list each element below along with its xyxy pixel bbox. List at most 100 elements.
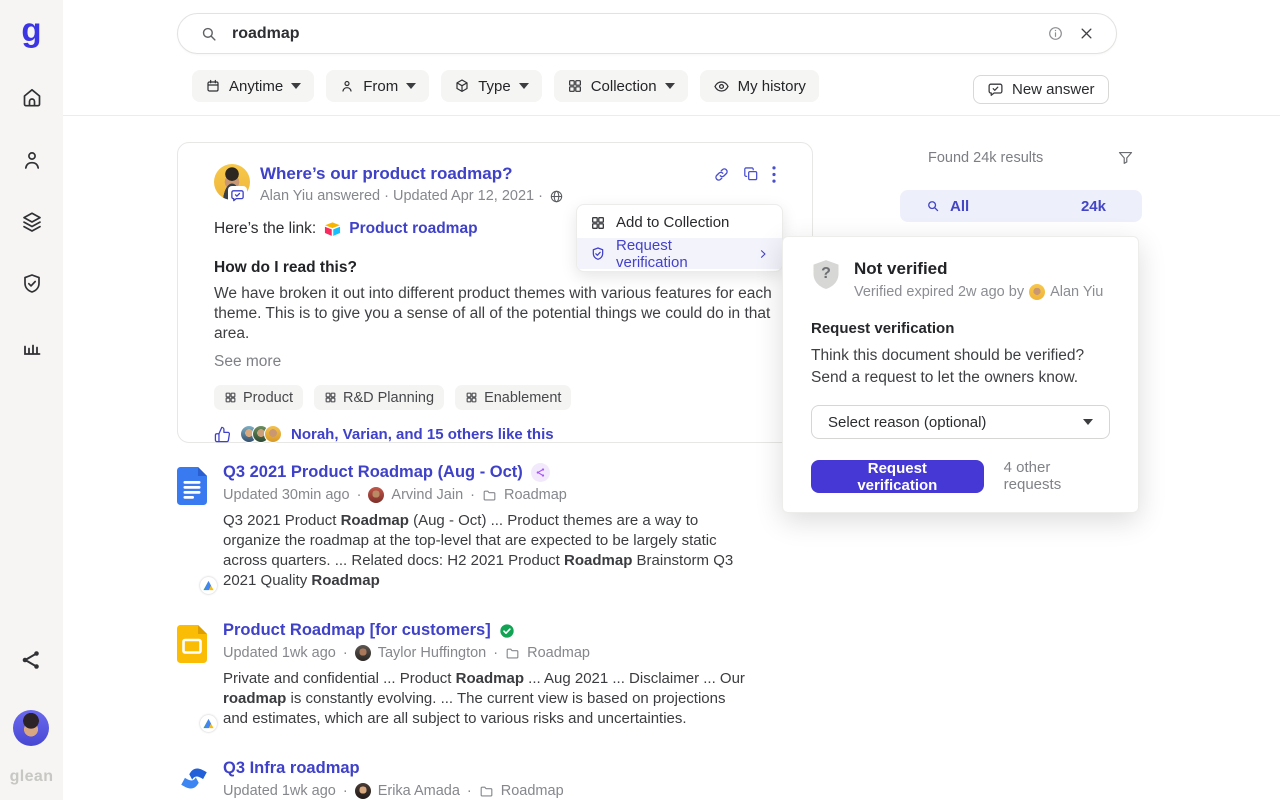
see-more-link[interactable]: See more [214, 353, 776, 371]
search-input[interactable]: roadmap [232, 25, 300, 43]
analytics-icon[interactable] [20, 334, 44, 358]
result-updated: Updated 30min ago [223, 487, 350, 503]
liker-avatars [240, 425, 282, 443]
facet-all[interactable]: All 24k [900, 190, 1142, 222]
google-drive-badge-icon [200, 577, 217, 594]
verification-shield-icon[interactable] [20, 272, 44, 296]
verifier-avatar [1029, 284, 1045, 300]
result-collection[interactable]: Roadmap [504, 487, 567, 503]
verification-status-subtitle: Verified expired 2w ago by Alan Yiu [854, 284, 1103, 300]
other-requests-label: 4 other requests [1004, 459, 1110, 493]
result-author[interactable]: Taylor Huffington [378, 645, 487, 661]
found-results-text: Found 24k results [928, 150, 1043, 166]
result-q3-infra-roadmap: Q3 Infra roadmap Updated 1wk ago · Erika… [177, 759, 837, 800]
request-verification-button[interactable]: Request verification [811, 460, 984, 493]
result-title-link[interactable]: Product Roadmap [for customers] [223, 621, 491, 640]
result-collection[interactable]: Roadmap [501, 783, 564, 799]
filter-funnel-icon[interactable] [1117, 149, 1134, 166]
eye-icon [713, 78, 730, 95]
filter-from[interactable]: From [326, 70, 429, 102]
new-answer-button[interactable]: New answer [973, 75, 1109, 104]
home-icon[interactable] [20, 86, 44, 110]
result-snippet: Private and confidential ... Product Roa… [223, 669, 745, 729]
verified-check-icon [499, 623, 515, 639]
calendar-icon [205, 78, 221, 94]
author-avatar[interactable] [368, 487, 384, 503]
google-drive-badge-icon [200, 715, 217, 732]
google-docs-icon [177, 467, 211, 591]
shield-question-icon: ? [811, 259, 841, 293]
grid-icon [590, 215, 606, 231]
result-product-roadmap-for-customers: Product Roadmap [for customers] Updated … [177, 621, 837, 729]
result-author[interactable]: Erika Amada [378, 783, 460, 799]
glean-logo[interactable]: g [21, 10, 41, 50]
menu-item-request-verification[interactable]: Request verification [577, 238, 782, 269]
filter-row: Anytime From Type Collection My history [192, 70, 819, 102]
verification-status-title: Not verified [854, 259, 1103, 279]
folder-icon [482, 488, 497, 503]
glean-watermark: glean [10, 768, 54, 786]
result-snippet: Q3 2021 Product Roadmap (Aug - Oct) ... … [223, 511, 745, 591]
search-bar[interactable]: roadmap [177, 13, 1117, 54]
result-q3-2021-product-roadmap: Q3 2021 Product Roadmap (Aug - Oct) Upda… [177, 463, 837, 591]
likes-link[interactable]: Norah, Varian, and 15 others like this [291, 426, 554, 443]
sidebar-nav [20, 86, 44, 358]
info-icon[interactable] [1047, 25, 1064, 42]
confluence-icon [177, 763, 211, 800]
product-roadmap-link[interactable]: Product roadmap [349, 220, 477, 238]
kebab-menu-icon[interactable] [772, 166, 776, 183]
chevron-down-icon [665, 83, 675, 89]
share-icon[interactable] [19, 648, 43, 672]
filter-collection[interactable]: Collection [554, 70, 688, 102]
chevron-right-icon [757, 248, 769, 260]
left-sidebar: g glean [0, 0, 63, 800]
tag-product[interactable]: Product [214, 385, 303, 410]
author-avatar[interactable] [355, 783, 371, 799]
google-slides-icon [177, 625, 211, 729]
result-updated: Updated 1wk ago [223, 645, 336, 661]
shield-check-icon [590, 246, 606, 262]
user-avatar[interactable] [13, 710, 49, 746]
author-avatar[interactable] [355, 645, 371, 661]
search-icon [200, 25, 218, 43]
thumbs-up-icon[interactable] [214, 426, 231, 443]
request-verification-heading: Request verification [811, 320, 1110, 337]
clear-search-icon[interactable] [1079, 26, 1094, 41]
result-title-link[interactable]: Q3 Infra roadmap [223, 759, 360, 778]
result-collection[interactable]: Roadmap [527, 645, 590, 661]
author-avatar[interactable] [214, 164, 250, 200]
chevron-down-icon [1083, 419, 1093, 425]
filter-my-history[interactable]: My history [700, 70, 819, 102]
filter-anytime[interactable]: Anytime [192, 70, 314, 102]
tag-enablement[interactable]: Enablement [455, 385, 571, 410]
cube-icon [454, 78, 470, 94]
reason-select[interactable]: Select reason (optional) [811, 405, 1110, 439]
collections-icon[interactable] [20, 210, 44, 234]
filter-type[interactable]: Type [441, 70, 542, 102]
grid-icon [224, 391, 237, 404]
tag-rd-planning[interactable]: R&D Planning [314, 385, 444, 410]
menu-item-add-to-collection[interactable]: Add to Collection [577, 207, 782, 238]
results-summary: Found 24k results [900, 149, 1142, 166]
result-author[interactable]: Arvind Jain [391, 487, 463, 503]
facet-all-count: 24k [1081, 198, 1106, 215]
link-prefix: Here’s the link: [214, 220, 316, 238]
chevron-down-icon [406, 83, 416, 89]
result-title-link[interactable]: Q3 2021 Product Roadmap (Aug - Oct) [223, 463, 523, 482]
sidebar-bottom: glean [10, 648, 54, 800]
folder-icon [479, 784, 494, 799]
grid-icon [567, 78, 583, 94]
answer-title[interactable]: Where’s our product roadmap? [260, 164, 564, 184]
result-updated: Updated 1wk ago [223, 783, 336, 799]
people-icon[interactable] [20, 148, 44, 172]
duplicate-icon[interactable] [743, 166, 759, 182]
answer-meta: Alan Yiu answered · Updated Apr 12, 2021… [260, 188, 543, 204]
shared-badge-icon[interactable] [531, 463, 550, 482]
search-results: Q3 2021 Product Roadmap (Aug - Oct) Upda… [177, 463, 837, 800]
grid-icon [465, 391, 478, 404]
request-verification-description: Think this document should be verified? … [811, 345, 1110, 389]
search-icon [926, 199, 940, 213]
answer-tags: Product R&D Planning Enablement [214, 385, 776, 410]
chevron-down-icon [291, 83, 301, 89]
copy-link-icon[interactable] [713, 166, 730, 183]
